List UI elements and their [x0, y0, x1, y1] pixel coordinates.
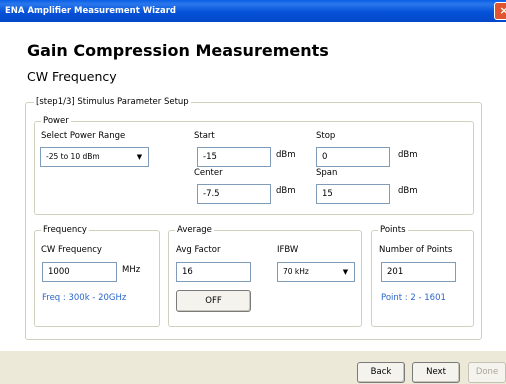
cw-frequency-label: CW Frequency: [41, 245, 102, 255]
done-button[interactable]: Done: [468, 362, 506, 383]
frequency-legend: Frequency: [41, 225, 89, 235]
power-legend: Power: [41, 116, 71, 126]
center-unit: dBm: [276, 186, 296, 196]
title-bar: ENA Amplifier Measurement Wizard ×: [0, 0, 506, 22]
start-label: Start: [194, 131, 215, 141]
average-toggle-button[interactable]: OFF: [176, 290, 251, 312]
step-group-legend: [step1/3] Stimulus Parameter Setup: [34, 97, 191, 107]
page-subtitle: CW Frequency: [27, 69, 117, 84]
cw-frequency-input[interactable]: 1000: [42, 262, 117, 282]
ifbw-select[interactable]: 70 kHz ▼: [277, 262, 355, 282]
center-label: Center: [194, 168, 223, 178]
average-legend: Average: [175, 225, 214, 235]
chevron-down-icon: ▼: [338, 264, 353, 280]
center-input[interactable]: -7.5: [197, 184, 271, 204]
ifbw-label: IFBW: [277, 245, 299, 255]
back-button[interactable]: Back: [357, 362, 405, 383]
frequency-range-note: Freq : 300k - 20GHz: [42, 293, 127, 303]
points-range-note: Point : 2 - 1601: [381, 293, 446, 303]
cw-frequency-unit: MHz: [122, 265, 141, 275]
stop-label: Stop: [316, 131, 336, 141]
ifbw-value: 70 kHz: [283, 267, 309, 276]
window-title: ENA Amplifier Measurement Wizard: [5, 6, 176, 16]
avg-factor-input[interactable]: 16: [176, 262, 251, 282]
points-legend: Points: [378, 225, 408, 235]
start-unit: dBm: [276, 150, 296, 160]
close-icon: ×: [499, 4, 506, 17]
page-title: Gain Compression Measurements: [27, 41, 329, 60]
span-label: Span: [316, 168, 338, 178]
chevron-down-icon: ▼: [132, 149, 147, 165]
avg-factor-label: Avg Factor: [176, 245, 221, 255]
select-power-range-label: Select Power Range: [41, 131, 126, 141]
power-range-select[interactable]: -25 to 10 dBm ▼: [40, 147, 149, 167]
power-range-value: -25 to 10 dBm: [46, 152, 100, 161]
number-of-points-label: Number of Points: [379, 245, 453, 255]
stop-unit: dBm: [398, 150, 418, 160]
start-input[interactable]: -15: [197, 147, 271, 167]
span-input[interactable]: 15: [316, 184, 390, 204]
next-button[interactable]: Next: [412, 362, 460, 383]
number-of-points-input[interactable]: 201: [381, 262, 456, 282]
close-button[interactable]: ×: [494, 2, 506, 20]
span-unit: dBm: [398, 186, 418, 196]
stop-input[interactable]: 0: [316, 147, 390, 167]
